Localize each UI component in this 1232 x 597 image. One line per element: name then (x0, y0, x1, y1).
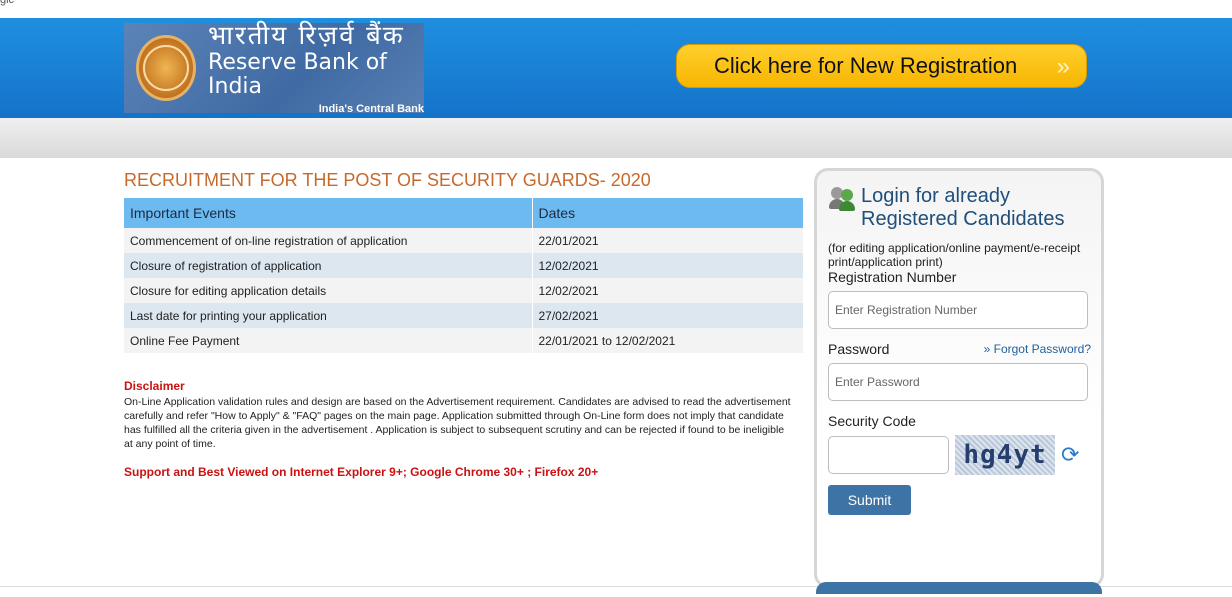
security-code-input[interactable] (828, 436, 949, 474)
date-cell: 12/02/2021 (532, 253, 804, 278)
table-row: Last date for printing your application … (124, 303, 804, 328)
login-title: Login for already Registered Candidates (861, 185, 1064, 231)
table-row: Closure for editing application details … (124, 278, 804, 303)
security-code-label: Security Code (828, 413, 916, 429)
event-cell: Last date for printing your application (124, 303, 533, 328)
date-cell: 22/01/2021 (532, 228, 804, 253)
password-label: Password (828, 341, 890, 357)
login-subtitle: (for editing application/online payment/… (828, 241, 1081, 269)
disclaimer-text: On-Line Application validation rules and… (124, 396, 791, 450)
forgot-password-label: Forgot Password? (993, 342, 1091, 356)
browser-support-note: Support and Best Viewed on Internet Expl… (124, 465, 599, 479)
event-cell: Commencement of on-line registration of … (124, 228, 533, 253)
nav-bar (0, 118, 1232, 158)
double-chevron-icon: » (1056, 53, 1071, 80)
refresh-icon[interactable]: ⟳ (1061, 442, 1079, 468)
tab-fragment: gic (0, 0, 15, 6)
login-title-line2: Registered Candidates (861, 208, 1065, 230)
logo-english-text: Reserve Bank of India (208, 50, 387, 99)
new-registration-button[interactable]: Click here for New Registration » (676, 44, 1087, 88)
page-title: RECRUITMENT FOR THE POST OF SECURITY GUA… (124, 170, 651, 190)
browser-strip: gic (0, 0, 1232, 18)
registration-number-input[interactable] (828, 291, 1088, 329)
important-events-table: Important Events Dates Commencement of o… (124, 198, 804, 353)
rbi-seal-icon (136, 35, 197, 101)
date-cell: 12/02/2021 (532, 278, 804, 303)
login-panel: Login for already Registered Candidates … (814, 168, 1104, 588)
table-row: Closure of registration of application 1… (124, 253, 804, 278)
site-header: भारतीय रिज़र्व बैंक Reserve Bank of Indi… (0, 18, 1232, 118)
double-chevron-icon: » (983, 342, 991, 356)
login-title-line1: Login for already (861, 185, 1010, 207)
registration-number-label: Registration Number (828, 269, 957, 285)
forgot-password-link[interactable]: » Forgot Password? (984, 342, 1091, 356)
submit-button[interactable]: Submit (828, 485, 911, 515)
logo-tagline: India's Central Bank (318, 103, 424, 115)
new-registration-label: Click here for New Registration (714, 53, 1018, 78)
event-cell: Closure for editing application details (124, 278, 533, 303)
date-cell: 22/01/2021 to 12/02/2021 (532, 328, 804, 353)
disclaimer-title: Disclaimer (124, 379, 185, 393)
main-content: RECRUITMENT FOR THE POST OF SECURITY GUA… (124, 170, 804, 479)
logo-hindi-text: भारतीय रिज़र्व बैंक (208, 21, 405, 51)
date-cell: 27/02/2021 (532, 303, 804, 328)
table-row: Online Fee Payment 22/01/2021 to 12/02/2… (124, 328, 804, 353)
users-icon (829, 187, 857, 211)
table-header-dates: Dates (532, 198, 804, 228)
table-row: Commencement of on-line registration of … (124, 228, 804, 253)
footer-panel-edge (816, 582, 1102, 594)
captcha-image: hg4yt (955, 435, 1055, 475)
password-input[interactable] (828, 363, 1088, 401)
rbi-logo: भारतीय रिज़र्व बैंक Reserve Bank of Indi… (124, 21, 424, 115)
event-cell: Online Fee Payment (124, 328, 533, 353)
event-cell: Closure of registration of application (124, 253, 533, 278)
table-header-events: Important Events (124, 198, 533, 228)
